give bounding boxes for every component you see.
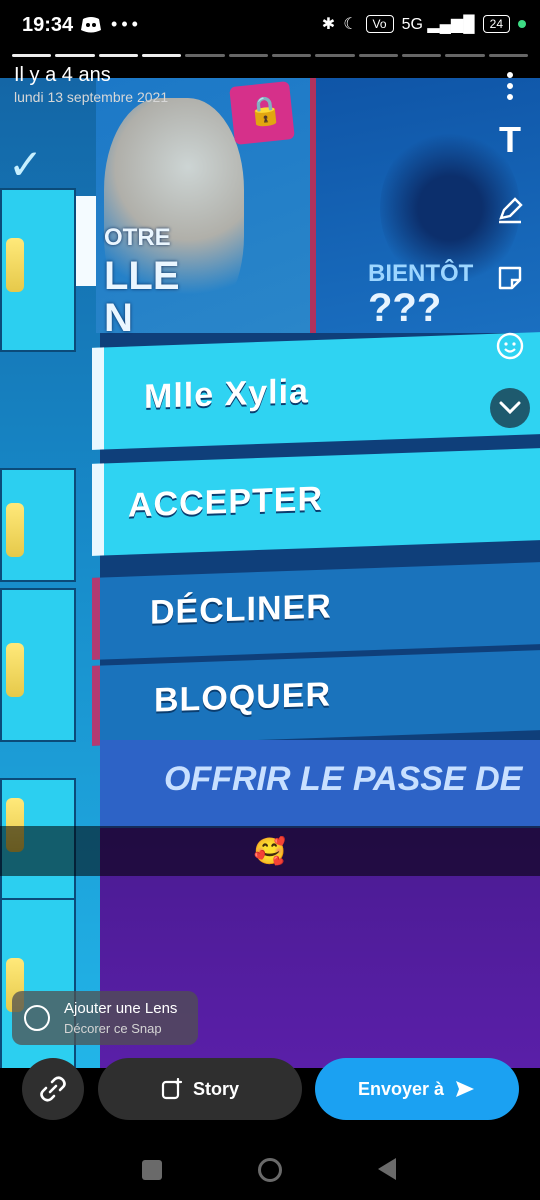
- menu-accept: ACCEPTER: [92, 448, 540, 556]
- photo-stripe: [74, 196, 96, 286]
- status-time: 19:34: [22, 14, 74, 36]
- lens-chip-title: Ajouter une Lens: [64, 1000, 178, 1017]
- progress-segment: [401, 54, 442, 57]
- progress-segment: [271, 54, 312, 57]
- caption-bar[interactable]: 🥰: [0, 826, 540, 876]
- player-name: Mlle Xylia: [144, 372, 309, 417]
- caption-text: 🥰: [253, 835, 287, 866]
- menu-name-row: Mlle Xylia: [92, 332, 540, 450]
- more-icon[interactable]: [490, 66, 530, 106]
- lock-badge: 🔒: [229, 81, 295, 145]
- row-edge: [92, 463, 104, 556]
- progress-segment: [12, 54, 52, 57]
- memory-header: Il y a 4 ans lundi 13 septembre 2021: [14, 64, 168, 105]
- card-right-soon: BIENTÔT: [368, 260, 474, 287]
- row-edge: [92, 665, 100, 746]
- lens-face-icon[interactable]: [490, 326, 530, 366]
- progress-segment: [315, 54, 355, 57]
- sticker-icon[interactable]: [490, 258, 530, 298]
- row-edge: [92, 347, 104, 450]
- home-nav-icon[interactable]: [258, 1158, 282, 1182]
- more-dots-icon: •••: [111, 14, 142, 34]
- exclamation-icon: [6, 503, 24, 557]
- send-to-button[interactable]: Envoyer à: [315, 1058, 519, 1120]
- progress-segment: [55, 54, 95, 57]
- card-left-text-3: N: [104, 296, 133, 340]
- 5g-signal-icon: 5G ▂▄▆█: [401, 16, 475, 33]
- progress-segment: [228, 54, 268, 57]
- menu-decline: DÉCLINER: [92, 562, 540, 660]
- card-right-qmarks: ???: [368, 286, 442, 330]
- add-lens-chip[interactable]: Ajouter une Lens Décorer ce Snap: [12, 991, 198, 1045]
- menu-accept-label: ACCEPTER: [128, 479, 324, 525]
- link-icon: [40, 1076, 66, 1102]
- menu-gift-label: OFFRIR LE PASSE DE: [164, 760, 523, 798]
- progress-segment: [358, 54, 398, 57]
- menu-block: BLOQUER: [92, 650, 540, 746]
- card-left-text-2: LLE: [104, 254, 180, 298]
- add-lens-icon: [24, 1005, 50, 1031]
- progress-segment: [445, 54, 485, 57]
- send-label: Envoyer à: [357, 1078, 445, 1099]
- recents-nav-icon[interactable]: [142, 1160, 162, 1180]
- menu-gift: OFFRIR LE PASSE DE: [100, 740, 540, 830]
- battery-indicator: 24: [482, 15, 510, 33]
- progress-segment: [488, 54, 528, 57]
- do-not-disturb-icon: ☾: [343, 16, 358, 33]
- discord-icon: [81, 17, 101, 33]
- exclamation-icon: [6, 238, 24, 292]
- send-arrow-icon: [456, 1081, 475, 1097]
- bluetooth-icon: ✱: [321, 16, 336, 33]
- status-notification-icons: •••: [80, 14, 142, 35]
- memory-date: lundi 13 septembre 2021: [14, 89, 169, 105]
- checkmark-icon: ✓: [8, 141, 44, 188]
- volte-icon: Vo: [365, 15, 394, 33]
- menu-block-label: BLOQUER: [154, 675, 331, 720]
- story-button[interactable]: Story: [98, 1058, 302, 1120]
- text-tool-icon[interactable]: T: [490, 120, 530, 160]
- row-edge: [92, 577, 100, 660]
- lens-chip-subtitle: Décorer ce Snap: [64, 1021, 162, 1036]
- back-nav-icon[interactable]: [378, 1158, 396, 1180]
- progress-segment: [141, 54, 182, 57]
- chevron-down-icon[interactable]: [490, 388, 530, 428]
- pen-tool-icon[interactable]: [490, 190, 530, 230]
- progress-segment: [98, 54, 138, 57]
- privacy-dot-icon: [518, 20, 526, 28]
- snap-photo[interactable]: ✓ 🔒 OTRE LLE N BIENTÔT ??? Mlle Xylia AC…: [0, 78, 540, 1068]
- system-nav-bar: [0, 1140, 540, 1200]
- story-add-icon: [161, 1078, 183, 1100]
- exclamation-icon: [6, 643, 24, 697]
- link-button[interactable]: [22, 1058, 84, 1120]
- card-left-text-1: OTRE: [104, 224, 171, 251]
- menu-decline-label: DÉCLINER: [150, 587, 332, 632]
- status-system-icons: ✱ ☾ Vo 5G ▂▄▆█ 24: [322, 14, 526, 34]
- memory-title: Il y a 4 ans: [14, 64, 111, 86]
- status-bar: 19:34 ••• ✱ ☾ Vo 5G ▂▄▆█ 24: [0, 0, 540, 52]
- lock-icon: 🔒: [246, 93, 285, 129]
- progress-segment: [185, 54, 225, 57]
- story-label: Story: [192, 1078, 239, 1099]
- story-progress: [12, 54, 528, 58]
